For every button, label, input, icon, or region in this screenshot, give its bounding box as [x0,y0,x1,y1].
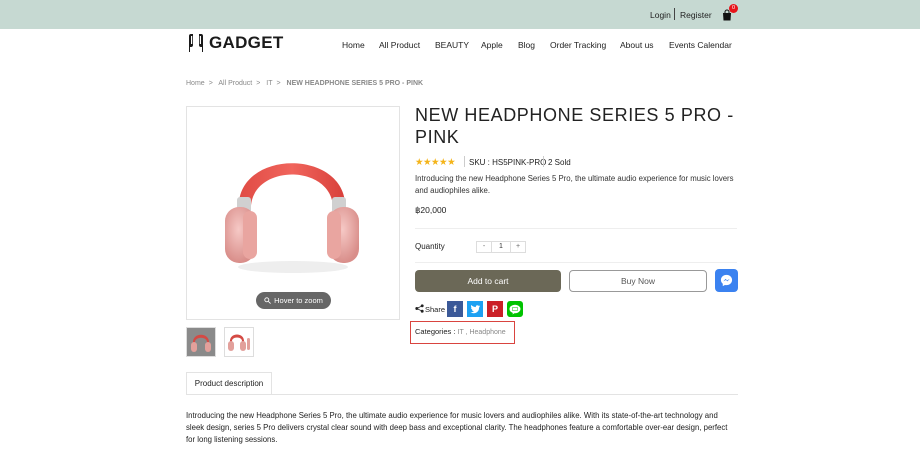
cart-count-badge: 0 [729,4,738,13]
sold-count: 2 Sold [548,158,571,167]
rating-stars: ★★★★★ [415,157,456,168]
product-long-description: Introducing the new Headphone Series 5 P… [186,411,728,444]
breadcrumb-all-product[interactable]: All Product [218,80,252,87]
register-link[interactable]: Register [680,10,712,20]
top-bar: Login Register 0 [0,0,920,29]
tab-product-description[interactable]: Product description [186,372,272,395]
headphone-thumb [191,334,211,352]
pinterest-icon: P [491,304,498,314]
brand-logo[interactable]: GADGET [186,33,284,53]
breadcrumb-separator: > [208,80,213,87]
zoom-hint: Hover to zoom [274,296,323,305]
breadcrumb-current: NEW HEADPHONE SERIES 5 PRO - PINK [286,80,424,87]
categories-label: Categories : [415,327,456,336]
line-icon [509,304,521,314]
nav-beauty[interactable]: BEAUTY [435,40,469,50]
twitter-share-button[interactable] [467,301,483,317]
product-title: NEW HEADPHONE SERIES 5 PRO - PINK [415,104,735,148]
nav-all-product[interactable]: All Product [379,40,420,50]
breadcrumb: Home > All Product > IT > NEW HEADPHONE SER… [186,80,427,87]
facebook-icon: f [453,304,457,314]
messenger-button[interactable] [715,269,738,292]
tab-divider [186,394,738,395]
nav-events-calendar[interactable]: Events Calendar [669,40,732,50]
product-sku: SKU : HS5PINK-PRO [469,158,547,167]
categories: Categories : IT , Headphone [415,327,506,336]
quantity-decrease-button[interactable]: - [477,242,491,252]
breadcrumb-separator: > [256,80,261,87]
top-bar-divider [674,8,675,20]
category-links[interactable]: IT , Headphone [458,329,506,336]
headphone-logo-icon [189,34,203,52]
share-label: Share [425,305,446,314]
quantity-input[interactable]: 1 [491,242,511,252]
breadcrumb-home[interactable]: Home [186,80,205,87]
breadcrumb-separator: > [276,80,281,87]
nav-apple[interactable]: Apple [481,40,503,50]
buy-now-button[interactable]: Buy Now [569,270,707,292]
add-to-cart-button[interactable]: Add to cart [415,270,561,292]
pinterest-share-button[interactable]: P [487,301,503,317]
product-price: ฿20,000 [415,205,447,215]
nav-about-us[interactable]: About us [620,40,654,50]
nav-home[interactable]: Home [342,40,365,50]
thumbnail-1[interactable] [186,327,216,357]
product-title-line2: PINK [415,127,460,147]
meta-divider [543,156,544,167]
headphone-thumb [228,334,250,351]
product-image[interactable] [186,106,400,320]
quantity-label: Quantity [415,242,445,251]
hover-to-zoom-badge: Hover to zoom [256,292,331,309]
magnifier-icon [264,297,271,304]
login-link[interactable]: Login [650,10,671,20]
brand-name: GADGET [209,33,284,52]
thumbnail-2[interactable] [224,327,254,357]
meta-divider [464,156,465,167]
facebook-share-button[interactable]: f [447,301,463,317]
breadcrumb-it[interactable]: IT [266,80,272,87]
divider [415,262,737,263]
nav-blog[interactable]: Blog [518,40,535,50]
share-icon [415,304,424,313]
twitter-icon [470,304,480,313]
divider [415,228,737,229]
line-share-button[interactable] [507,301,523,317]
short-description: Introducing the new Headphone Series 5 P… [415,174,734,195]
messenger-icon [720,274,733,287]
headphone-image [225,163,359,273]
product-title-line1: NEW HEADPHONE SERIES 5 PRO - [415,105,734,125]
quantity-stepper: - 1 + [476,241,526,253]
quantity-increase-button[interactable]: + [511,242,525,252]
nav-order-tracking[interactable]: Order Tracking [550,40,606,50]
